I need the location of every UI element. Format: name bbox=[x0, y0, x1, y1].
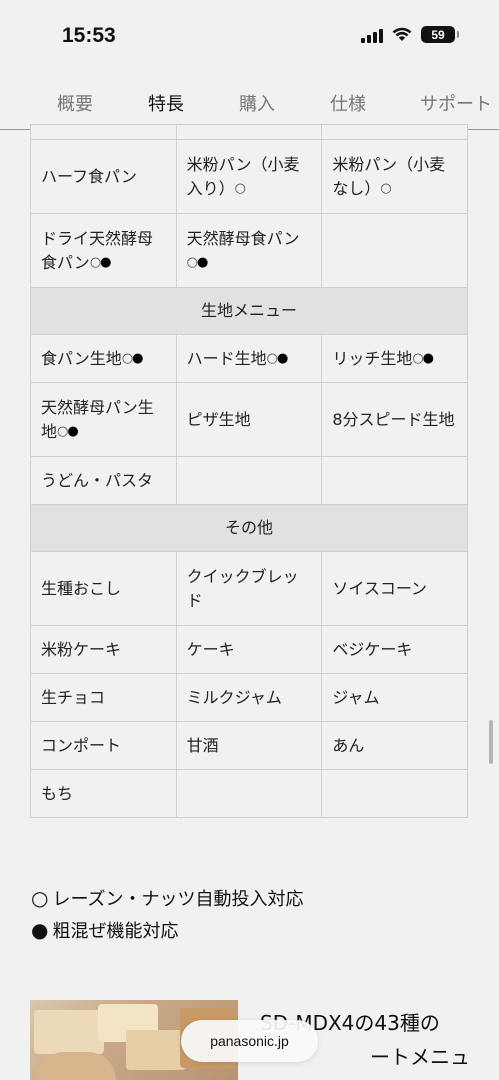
table-cell: 米粉ケーキ bbox=[30, 625, 177, 674]
table-cell: もち bbox=[30, 769, 177, 818]
table-cell bbox=[321, 769, 468, 818]
table-cell: ピザ生地 bbox=[175, 382, 323, 457]
table-cell: 食パン生地○● bbox=[30, 334, 177, 383]
menu-item-label: 米粉ケーキ bbox=[41, 639, 122, 659]
legend: ○ レーズン・ナッツ自動投入対応 ● 粗混ぜ機能対応 bbox=[31, 883, 304, 947]
table-cell: 8分スピード生地 bbox=[321, 382, 468, 457]
menu-item-label: うどん・パスタ bbox=[41, 470, 154, 490]
signal-icon bbox=[361, 27, 383, 43]
table-row: 生チョコ ミルクジャム ジャム bbox=[30, 673, 468, 722]
menu-item-label: 8分スピード生地 bbox=[332, 409, 455, 429]
filled-circle-icon: ● bbox=[31, 918, 49, 942]
tab-specs[interactable]: 仕様 bbox=[330, 90, 366, 116]
menu-item-label: ジャム bbox=[332, 687, 380, 707]
feature-marks: ○● bbox=[121, 350, 144, 366]
table-cell: ドライ天然酵母食パン○● bbox=[30, 213, 177, 288]
table-cell: リッチ生地○● bbox=[321, 334, 468, 383]
table-cell: うどん・パスタ bbox=[30, 456, 177, 505]
status-icons: 59 bbox=[361, 26, 459, 43]
legend-label: 粗混ぜ機能対応 bbox=[52, 921, 179, 942]
feature-marks: ○● bbox=[89, 254, 112, 270]
table-cell: 天然酵母パン生地○● bbox=[30, 382, 177, 457]
wifi-icon bbox=[392, 27, 412, 42]
table-cell bbox=[175, 769, 323, 818]
table-cell: 天然酵母食パン ○● bbox=[175, 213, 323, 288]
table-cell: クイックブレッド bbox=[175, 551, 323, 626]
menu-item-label: ケーキ bbox=[186, 639, 235, 659]
legend-label: レーズン・ナッツ自動投入対応 bbox=[52, 889, 304, 910]
table-cell: 米粉パン（小麦入り）○ bbox=[175, 139, 323, 214]
menu-item-label: クイックブレッド bbox=[186, 566, 299, 610]
table-cell: 甘酒 bbox=[175, 721, 323, 770]
section-header-other: その他 bbox=[30, 504, 468, 552]
table-cell: ハーフ食パン bbox=[30, 139, 177, 214]
menu-item-label: ハード生地 bbox=[186, 348, 267, 368]
table-cell bbox=[175, 124, 323, 140]
table-row: コンポート 甘酒 あん bbox=[30, 721, 468, 770]
raisin-nut-mark: ○ bbox=[234, 180, 246, 196]
table-row: 食パン生地○● ハード生地○● リッチ生地○● bbox=[30, 334, 468, 383]
table-cell: ジャム bbox=[321, 673, 468, 722]
tab-support[interactable]: サポート bbox=[420, 90, 492, 116]
status-time: 15:53 bbox=[62, 24, 116, 47]
table-row: ハーフ食パン 米粉パン（小麦入り）○ 米粉パン（小麦なし）○ bbox=[30, 139, 468, 214]
table-row: 米粉ケーキ ケーキ ベジケーキ bbox=[30, 625, 468, 674]
table-cell: ケーキ bbox=[175, 625, 323, 674]
menu-item-label: あん bbox=[332, 735, 365, 755]
tab-overview[interactable]: 概要 bbox=[57, 90, 93, 116]
table-cell bbox=[321, 124, 468, 140]
tab-features[interactable]: 特長 bbox=[148, 90, 184, 116]
menu-item-label: ハーフ食パン bbox=[41, 166, 137, 186]
table-row: うどん・パスタ bbox=[30, 456, 468, 505]
menu-item-label: 甘酒 bbox=[186, 735, 219, 755]
feature-marks: ○● bbox=[186, 254, 209, 270]
auto-menu-table: ハーフ食パン 米粉パン（小麦入り）○ 米粉パン（小麦なし）○ ドライ天然酵母食パ… bbox=[30, 124, 468, 818]
legend-rough-mix: ● 粗混ぜ機能対応 bbox=[31, 915, 304, 947]
table-cell: あん bbox=[321, 721, 468, 770]
menu-item-label: ソイスコーン bbox=[332, 578, 428, 598]
raisin-nut-mark: ○ bbox=[380, 180, 391, 196]
battery-icon: 59 bbox=[421, 26, 459, 43]
feature-marks: ○● bbox=[412, 350, 434, 366]
open-circle-icon: ○ bbox=[31, 886, 49, 910]
table-row: ドライ天然酵母食パン○● 天然酵母食パン ○● bbox=[30, 213, 468, 288]
table-cell bbox=[321, 456, 468, 505]
table-cell: ハード生地○● bbox=[175, 334, 323, 383]
menu-item-label: 生チョコ bbox=[41, 687, 106, 707]
tab-bar: 概要 特長 購入 仕様 サポート bbox=[0, 72, 499, 130]
status-bar: 15:53 59 bbox=[0, 0, 499, 72]
menu-item-label: ピザ生地 bbox=[186, 409, 251, 429]
menu-item-label: コンポート bbox=[41, 735, 122, 755]
legend-raisin-nut: ○ レーズン・ナッツ自動投入対応 bbox=[31, 883, 304, 915]
section-header-row: その他 bbox=[30, 504, 468, 552]
table-cell: 米粉パン（小麦なし）○ bbox=[321, 139, 468, 214]
menu-item-label: 食パン生地 bbox=[41, 348, 122, 368]
menu-item-label: ミルクジャム bbox=[186, 687, 282, 707]
table-cell: コンポート bbox=[30, 721, 177, 770]
tab-purchase[interactable]: 購入 bbox=[239, 90, 275, 116]
table-cell: 生種おこし bbox=[30, 551, 177, 626]
section-header-dough: 生地メニュー bbox=[30, 287, 468, 335]
table-cell bbox=[30, 124, 177, 140]
feature-marks: ○● bbox=[57, 423, 79, 439]
table-row: もち bbox=[30, 769, 468, 818]
menu-item-label: もち bbox=[41, 783, 74, 803]
table-row: 天然酵母パン生地○● ピザ生地 8分スピード生地 bbox=[30, 382, 468, 457]
menu-item-label: 生種おこし bbox=[41, 578, 122, 598]
menu-item-label: リッチ生地 bbox=[332, 348, 413, 368]
table-cell: ミルクジャム bbox=[175, 673, 323, 722]
feature-marks: ○● bbox=[266, 350, 289, 366]
table-cell: ソイスコーン bbox=[321, 551, 468, 626]
menu-item-label: 天然酵母食パン bbox=[186, 228, 300, 248]
table-row bbox=[30, 124, 468, 140]
table-cell bbox=[175, 456, 323, 505]
table-cell: ベジケーキ bbox=[321, 625, 468, 674]
table-cell bbox=[321, 213, 468, 288]
browser-url-bar[interactable]: panasonic.jp bbox=[181, 1020, 318, 1062]
scrollbar[interactable] bbox=[489, 720, 493, 764]
menu-item-label: ベジケーキ bbox=[332, 639, 413, 659]
table-row: 生種おこし クイックブレッド ソイスコーン bbox=[30, 551, 468, 626]
section-header-row: 生地メニュー bbox=[30, 287, 468, 335]
table-cell: 生チョコ bbox=[30, 673, 177, 722]
